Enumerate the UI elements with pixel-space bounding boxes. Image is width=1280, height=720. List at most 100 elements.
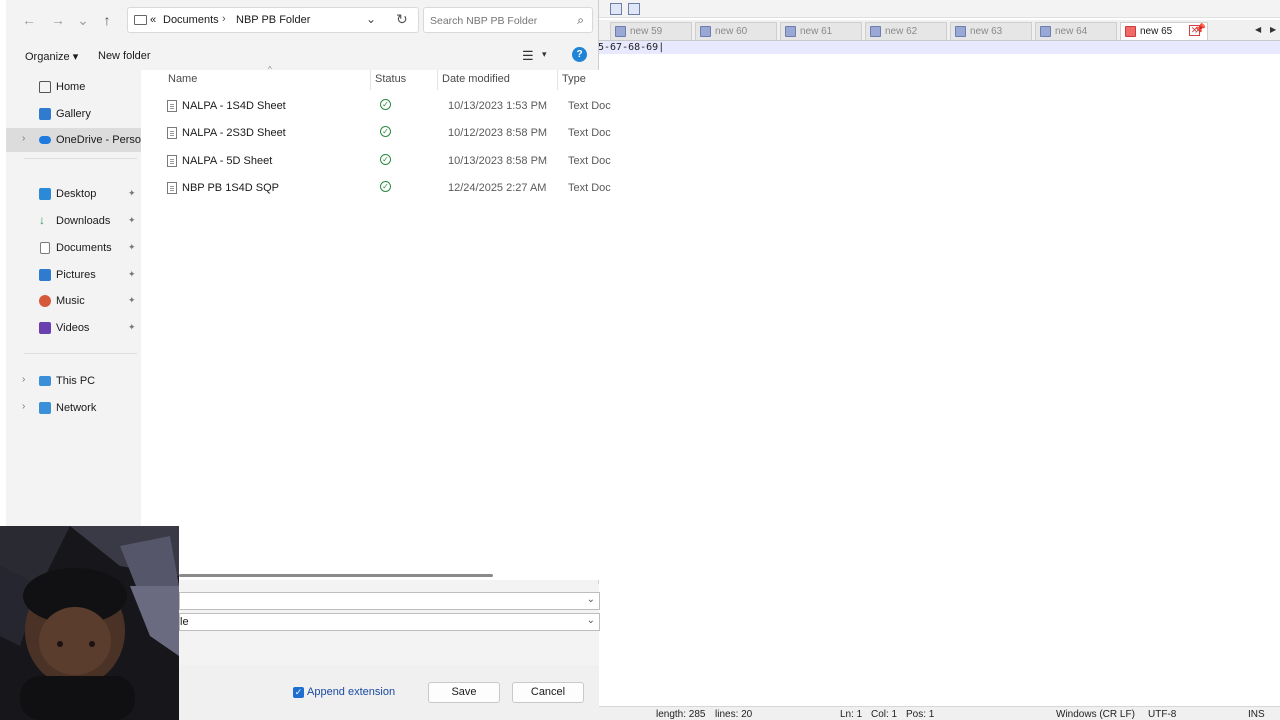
editor-tab[interactable]: new 63	[950, 22, 1032, 40]
save-as-type-value: le	[180, 616, 189, 628]
expand-chevron-icon[interactable]: ›	[22, 133, 25, 144]
command-bar: Organize ▾ New folder ☰ ▾ ?	[6, 42, 599, 70]
nav-item-label: This PC	[56, 375, 96, 387]
nav-item-gallery[interactable]: Gallery	[6, 102, 141, 126]
status-pos: Pos: 1	[906, 709, 935, 720]
nav-item-label: Gallery	[56, 108, 91, 120]
recent-locations-chevron-icon[interactable]: ⌄	[74, 11, 92, 29]
pin-icon[interactable]: ✦	[128, 188, 136, 199]
append-extension-checkbox[interactable]: ✓	[293, 687, 304, 698]
music-icon	[39, 295, 51, 307]
breadcrumb-documents[interactable]: Documents	[163, 14, 219, 26]
pin-icon[interactable]: ✦	[128, 242, 136, 253]
close-tab-icon[interactable]: ✕	[1189, 25, 1200, 36]
nav-item-onedrive[interactable]: › OneDrive - Persona	[6, 128, 153, 152]
webcam-image	[0, 526, 179, 720]
nav-item-label: Downloads	[56, 215, 111, 227]
status-col: Col: 1	[871, 709, 898, 720]
editor-tab[interactable]: new 60	[695, 22, 777, 40]
column-status[interactable]: Status	[375, 73, 406, 85]
computer-icon	[39, 376, 51, 386]
organize-button[interactable]: Organize ▾	[25, 50, 78, 63]
nav-item-label: Videos	[56, 322, 90, 334]
sync-status-icon: ✓	[380, 99, 391, 110]
nav-item-label: Music	[56, 295, 85, 307]
view-options-icon[interactable]: ☰	[522, 48, 534, 64]
nav-item-network[interactable]: › Network	[6, 396, 141, 420]
file-saved-icon	[1040, 26, 1051, 37]
chevron-down-icon[interactable]: ⌄	[587, 594, 595, 605]
horizontal-scrollbar[interactable]	[179, 570, 599, 580]
column-divider[interactable]	[437, 70, 438, 90]
tab-scroll-right-icon[interactable]: ▶	[1270, 25, 1276, 34]
file-row[interactable]: NALPA - 1S4D Sheet ✓ 10/13/2023 1:53 PM …	[141, 93, 611, 120]
file-name: NALPA - 5D Sheet	[182, 155, 273, 167]
nav-item-this-pc[interactable]: › This PC	[6, 369, 141, 393]
save-button[interactable]: Save	[428, 682, 500, 703]
editor-tab-label: new 61	[800, 26, 833, 37]
editor-tab[interactable]: new 61	[780, 22, 862, 40]
toolbar-icon[interactable]	[610, 3, 622, 15]
breadcrumb-current-folder[interactable]: NBP PB Folder	[236, 14, 310, 26]
up-arrow-icon[interactable]: ↑	[98, 11, 116, 29]
back-arrow-icon[interactable]: ←	[20, 11, 38, 29]
expand-chevron-icon[interactable]: ›	[22, 401, 25, 412]
cloud-icon	[39, 136, 51, 144]
chevron-down-icon[interactable]: ▾	[542, 49, 547, 60]
nav-divider	[24, 158, 137, 159]
file-row[interactable]: NBP PB 1S4D SQP ✓ 12/24/2025 2:27 AM Tex…	[141, 175, 611, 202]
help-icon[interactable]: ?	[572, 47, 587, 62]
save-as-type-select[interactable]: le ⌄	[179, 613, 600, 631]
column-divider[interactable]	[370, 70, 371, 90]
file-row[interactable]: NALPA - 2S3D Sheet ✓ 10/12/2023 8:58 PM …	[141, 120, 611, 147]
pin-icon[interactable]: ✦	[128, 215, 136, 226]
pin-icon[interactable]: ✦	[128, 295, 136, 306]
nav-item-music[interactable]: Music ✦	[6, 289, 141, 313]
nav-item-home[interactable]: Home	[6, 75, 141, 99]
address-bar[interactable]: « Documents › NBP PB Folder ⌄ ↻	[127, 7, 419, 33]
editor-tab[interactable]: new 62	[865, 22, 947, 40]
editor-tab[interactable]: new 64	[1035, 22, 1117, 40]
breadcrumb-overflow[interactable]: «	[150, 14, 156, 26]
file-name: NALPA - 1S4D Sheet	[182, 100, 286, 112]
search-input[interactable]	[430, 13, 570, 28]
document-icon	[40, 242, 50, 254]
sort-ascending-icon: ^	[268, 65, 272, 74]
refresh-icon[interactable]: ↻	[396, 11, 408, 28]
column-type[interactable]: Type	[562, 73, 586, 85]
download-icon: ↓	[39, 213, 45, 227]
file-saved-icon	[870, 26, 881, 37]
tab-scroll-left-icon[interactable]: ◀	[1255, 25, 1261, 34]
editor-tab-label: new 62	[885, 26, 918, 37]
nav-item-videos[interactable]: Videos ✦	[6, 316, 141, 340]
search-box[interactable]: ⌕	[423, 7, 593, 33]
pin-icon[interactable]: ✦	[128, 269, 136, 280]
nav-item-documents[interactable]: Documents ✦	[6, 236, 141, 260]
new-folder-button[interactable]: New folder	[98, 50, 151, 62]
editor-status-bar: length: 285 lines: 20 Ln: 1 Col: 1 Pos: …	[598, 706, 1280, 720]
chevron-down-icon[interactable]: ⌄	[587, 615, 595, 626]
status-length: length: 285	[656, 709, 706, 720]
editor-current-line[interactable]: 5-67-68-69|	[598, 41, 1280, 54]
forward-arrow-icon[interactable]: →	[49, 11, 67, 29]
cancel-button[interactable]: Cancel	[512, 682, 584, 703]
nav-item-downloads[interactable]: ↓ Downloads ✦	[6, 209, 141, 233]
editor-tab[interactable]: new 59	[610, 22, 692, 40]
append-extension-label[interactable]: Append extension	[307, 686, 395, 698]
chevron-down-icon[interactable]: ⌄	[366, 12, 376, 26]
nav-item-label: OneDrive - Persona	[56, 134, 154, 146]
nav-item-desktop[interactable]: Desktop ✦	[6, 182, 141, 206]
file-type: Text Doc	[568, 155, 611, 167]
expand-chevron-icon[interactable]: ›	[22, 374, 25, 385]
toolbar-icon[interactable]	[628, 3, 640, 15]
column-date-modified[interactable]: Date modified	[442, 73, 510, 85]
scrollbar-thumb[interactable]	[179, 574, 493, 577]
column-divider[interactable]	[557, 70, 558, 90]
nav-item-pictures[interactable]: Pictures ✦	[6, 263, 141, 287]
pin-icon[interactable]: ✦	[128, 322, 136, 333]
sync-status-icon: ✓	[380, 154, 391, 165]
editor-tab-bar: new 59 new 60 new 61 new 62 new 63 new 6…	[598, 20, 1280, 41]
file-name-field[interactable]: ⌄	[179, 592, 600, 610]
column-name[interactable]: Name	[168, 73, 197, 85]
file-row[interactable]: NALPA - 5D Sheet ✓ 10/13/2023 8:58 PM Te…	[141, 148, 611, 175]
